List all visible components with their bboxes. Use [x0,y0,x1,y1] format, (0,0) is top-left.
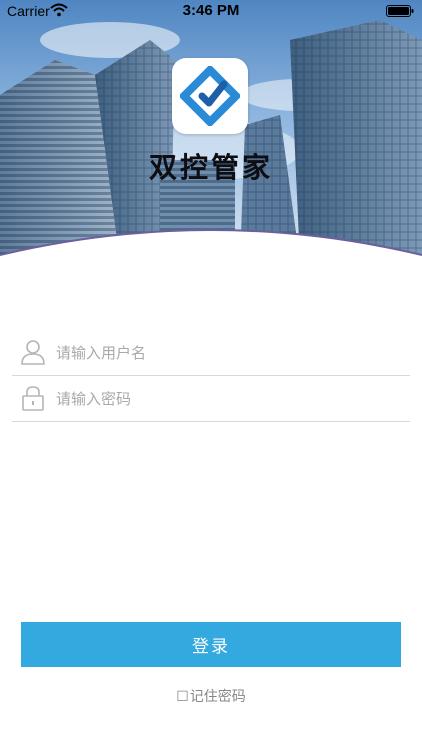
password-field[interactable] [12,375,410,422]
password-input[interactable] [54,383,398,415]
username-field[interactable] [12,329,410,376]
remember-password-label: 记住密码 [189,689,246,705]
lock-icon [22,386,44,411]
remember-password-option[interactable]: ☐记住密码 [0,686,422,706]
remember-password-checkbox[interactable]: ☐ [176,689,189,705]
clock: 3:46 PM [182,2,240,19]
status-bar: Carrier 3:46 PM [0,0,422,22]
login-button[interactable]: 登录 [21,622,401,667]
battery-icon [386,5,414,17]
app-logo [172,58,248,134]
username-input[interactable] [54,337,398,369]
app-title: 双控管家 [148,151,273,184]
diamond-check-logo-icon [180,66,240,126]
user-icon [21,340,45,365]
